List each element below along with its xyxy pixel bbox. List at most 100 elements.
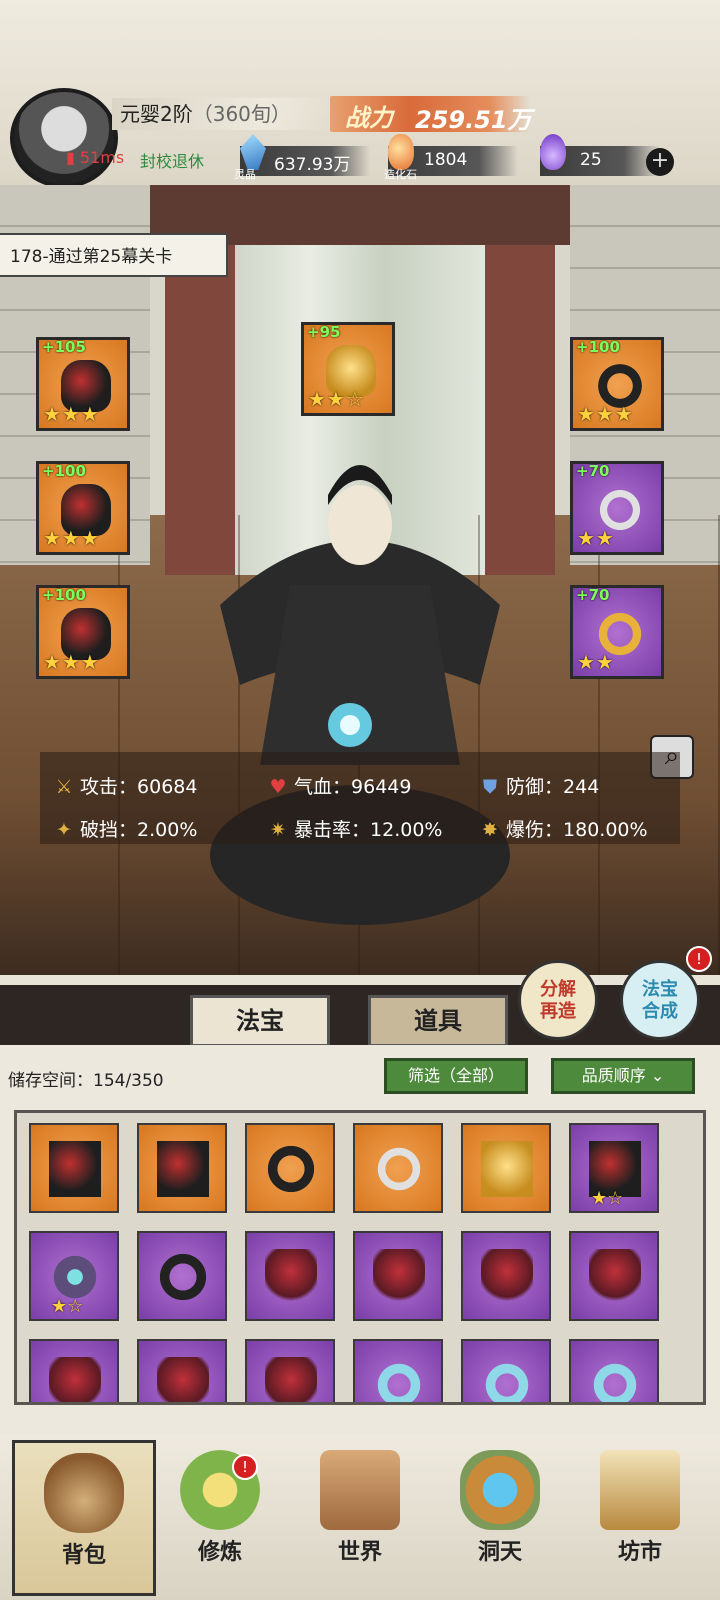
- nav-dongtian[interactable]: 洞天: [440, 1440, 560, 1590]
- red-vest-icon: [49, 1357, 101, 1402]
- inventory-item[interactable]: [137, 1231, 227, 1321]
- inventory-item[interactable]: [245, 1231, 335, 1321]
- inventory-item[interactable]: [137, 1123, 227, 1213]
- equip-slot-gold-ring[interactable]: +70 ★★: [570, 585, 664, 679]
- realm-label: 元婴2阶（360旬）: [112, 98, 330, 130]
- filter-button[interactable]: 筛选（全部）: [384, 1058, 528, 1094]
- ring-icon: [265, 1141, 317, 1197]
- tab-fabao[interactable]: 法宝: [190, 995, 330, 1047]
- sort-dropdown[interactable]: 品质顺序 ⌄: [551, 1058, 695, 1094]
- ping-value: 51ms: [79, 148, 125, 167]
- resource-value-lingjing: 637.93万: [274, 155, 351, 175]
- red-vest-icon: [157, 1357, 209, 1402]
- inventory-item[interactable]: [245, 1123, 335, 1213]
- bag-icon: [44, 1453, 124, 1533]
- stat-label: 防御：: [506, 776, 564, 798]
- stat-label: 暴击率：: [294, 819, 371, 841]
- cultivator-figure: [210, 465, 510, 925]
- player-avatar[interactable]: [10, 88, 118, 188]
- equip-slot-boots[interactable]: +100 ★★★: [36, 585, 130, 679]
- equip-slot-ring[interactable]: +100 ★★★: [570, 337, 664, 431]
- realm-sub: （360旬）: [192, 102, 291, 126]
- nav-cultivate[interactable]: 修炼: [160, 1440, 280, 1590]
- stat-value: 2.00%: [137, 819, 198, 841]
- red-vest-icon: [373, 1249, 425, 1305]
- blue-bracelet-icon: [481, 1357, 533, 1402]
- stage-progress-banner[interactable]: 178-通过第25幕关卡: [0, 233, 228, 277]
- character-scene: 178-通过第25幕关卡: [0, 185, 720, 975]
- inventory-item[interactable]: ★☆: [569, 1123, 659, 1213]
- stat-value: 60684: [137, 776, 198, 798]
- nav-label: 洞天: [477, 1539, 522, 1565]
- stat-hp: ♥ 气血：96449: [266, 772, 411, 799]
- ping-indicator: ▮ 51ms: [66, 148, 125, 167]
- nav-label: 修炼: [197, 1539, 242, 1565]
- stat-value: 244: [563, 776, 600, 798]
- nav-market[interactable]: 坊市: [580, 1440, 700, 1590]
- inventory-item[interactable]: [353, 1231, 443, 1321]
- tab-daoju[interactable]: 道具: [368, 995, 508, 1047]
- synthesize-button[interactable]: 法宝合成: [620, 960, 700, 1040]
- stat-crit: ✷ 暴击率：12.00%: [266, 815, 442, 842]
- equip-stars: ★★★: [43, 526, 100, 550]
- inventory-item[interactable]: [461, 1339, 551, 1402]
- inventory-item[interactable]: [569, 1231, 659, 1321]
- inventory-item[interactable]: [29, 1339, 119, 1402]
- stat-label: 爆伤：: [506, 819, 564, 841]
- tab-bar: [0, 985, 720, 1045]
- equip-level: +100: [42, 462, 86, 480]
- red-vest-icon: [481, 1249, 533, 1305]
- notification-badge: !: [686, 946, 712, 972]
- equip-stars: ★★★: [43, 650, 100, 674]
- combat-power-label: 战力: [345, 103, 393, 132]
- equip-stars: ★★☆: [308, 387, 365, 411]
- combat-power-value: 259.51万: [415, 106, 532, 134]
- chevron-down-icon: ⌄: [650, 1066, 665, 1085]
- status-text: 封校退休: [140, 152, 205, 171]
- red-vest-icon: [265, 1249, 317, 1305]
- notification-badge: !: [232, 1454, 258, 1480]
- realm-name: 元婴2阶: [120, 102, 193, 126]
- nav-world[interactable]: 世界: [300, 1440, 420, 1590]
- synthesize-label: 法宝合成: [642, 979, 678, 1022]
- inventory-item[interactable]: [461, 1123, 551, 1213]
- resource-label-lingjing: 灵晶: [234, 168, 256, 181]
- nav-bag[interactable]: 背包: [12, 1440, 156, 1596]
- inventory-item[interactable]: [29, 1123, 119, 1213]
- item-stars: ★☆: [591, 1188, 624, 1209]
- equip-slot-pendant[interactable]: +70 ★★: [570, 461, 664, 555]
- equip-level: +95: [307, 323, 341, 341]
- equip-slot-weapon[interactable]: +105 ★★★: [36, 337, 130, 431]
- add-resource-button[interactable]: +: [646, 148, 674, 176]
- portal-icon: [460, 1450, 540, 1530]
- equip-slot-robe[interactable]: +100 ★★★: [36, 461, 130, 555]
- robe-icon: [49, 1141, 101, 1197]
- inventory-item[interactable]: ★☆: [29, 1231, 119, 1321]
- stat-label: 破挡：: [80, 819, 138, 841]
- storage-value: 154/350: [93, 1071, 164, 1091]
- equip-stars: ★★: [577, 650, 615, 674]
- inventory-item[interactable]: [245, 1339, 335, 1402]
- scroll-map-icon: [320, 1450, 400, 1530]
- stat-pierce: ✦ 破挡：2.00%: [52, 815, 197, 842]
- inventory-item[interactable]: [137, 1339, 227, 1402]
- equip-slot-treasure[interactable]: +95 ★★☆: [301, 322, 395, 416]
- decompose-label: 分解再造: [540, 979, 576, 1022]
- red-vest-icon: [265, 1357, 317, 1402]
- blue-bracelet-icon: [589, 1357, 641, 1402]
- item-stars: ★☆: [51, 1296, 84, 1317]
- decompose-button[interactable]: 分解再造: [518, 960, 598, 1040]
- inventory-item[interactable]: [353, 1339, 443, 1402]
- stat-attack: ⚔ 攻击：60684: [52, 772, 197, 799]
- shield-icon: ⛊: [482, 776, 498, 798]
- sort-label: 品质顺序: [581, 1066, 646, 1085]
- inventory-item[interactable]: [569, 1339, 659, 1402]
- orange-stone-icon: [388, 134, 414, 170]
- stat-value: 96449: [351, 776, 412, 798]
- inventory-grid[interactable]: ★☆ ★☆: [14, 1110, 706, 1405]
- nav-label: 坊市: [617, 1539, 662, 1565]
- inventory-item[interactable]: [461, 1231, 551, 1321]
- inventory-item[interactable]: [353, 1123, 443, 1213]
- market-icon: [600, 1450, 680, 1530]
- equip-level: +105: [42, 338, 86, 356]
